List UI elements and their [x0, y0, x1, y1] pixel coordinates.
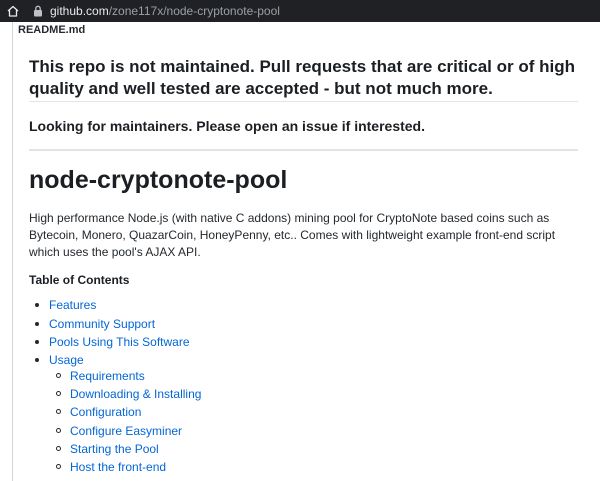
toc-link[interactable]: Usage	[49, 353, 84, 367]
bullet-icon	[56, 373, 61, 378]
toc-item-usage[interactable]: Usage	[35, 352, 84, 368]
readme-file-label: README.md	[18, 24, 86, 36]
home-icon[interactable]	[6, 4, 20, 18]
browser-url-bar[interactable]: github.com/zone117x/node-cryptonote-pool	[0, 0, 600, 22]
page-border	[12, 22, 13, 481]
toc-link[interactable]: Host the front-end	[70, 460, 166, 474]
toc-subitem-starting-pool[interactable]: Starting the Pool	[56, 441, 159, 457]
toc-link[interactable]: Starting the Pool	[70, 442, 159, 456]
url-domain: github.com	[50, 4, 109, 18]
toc-link[interactable]: Pools Using This Software	[49, 335, 190, 349]
bullet-icon	[56, 446, 61, 451]
bullet-icon	[56, 428, 61, 433]
bullet-icon	[35, 340, 39, 344]
toc-heading: Table of Contents	[29, 273, 130, 287]
notice-heading: This repo is not maintained. Pull reques…	[29, 57, 575, 98]
toc-subitem-easyminer[interactable]: Configure Easyminer	[56, 423, 182, 439]
toc-link[interactable]: Requirements	[70, 369, 145, 383]
divider	[29, 149, 578, 151]
project-description: High performance Node.js (with native C …	[29, 211, 556, 259]
bullet-icon	[56, 391, 61, 396]
toc-subitem-downloading[interactable]: Downloading & Installing	[56, 386, 201, 402]
toc-link[interactable]: Downloading & Installing	[70, 387, 201, 401]
toc-link[interactable]: Configure Easyminer	[70, 424, 182, 438]
bullet-icon	[35, 358, 39, 362]
divider	[29, 101, 578, 102]
page-title: node-cryptonote-pool	[29, 166, 288, 194]
lock-icon	[34, 5, 42, 17]
readme-page: README.md This repo is not maintained. P…	[0, 22, 600, 481]
url-text[interactable]: github.com/zone117x/node-cryptonote-pool	[50, 4, 280, 18]
url-path: /zone117x/node-cryptonote-pool	[108, 4, 280, 18]
bullet-icon	[35, 303, 39, 307]
bullet-icon	[56, 409, 61, 414]
toc-subitem-requirements[interactable]: Requirements	[56, 368, 145, 384]
toc-link[interactable]: Features	[49, 298, 96, 312]
toc-item-community-support[interactable]: Community Support	[35, 316, 155, 332]
toc-subitem-host-frontend[interactable]: Host the front-end	[56, 459, 166, 475]
toc-item-pools-using[interactable]: Pools Using This Software	[35, 334, 190, 350]
toc-item-features[interactable]: Features	[35, 297, 96, 313]
toc-link[interactable]: Configuration	[70, 405, 141, 419]
bullet-icon	[56, 464, 61, 469]
toc-link[interactable]: Community Support	[49, 317, 155, 331]
maintainers-heading: Looking for maintainers. Please open an …	[29, 118, 425, 134]
toc-subitem-configuration[interactable]: Configuration	[56, 404, 141, 420]
bullet-icon	[35, 322, 39, 326]
